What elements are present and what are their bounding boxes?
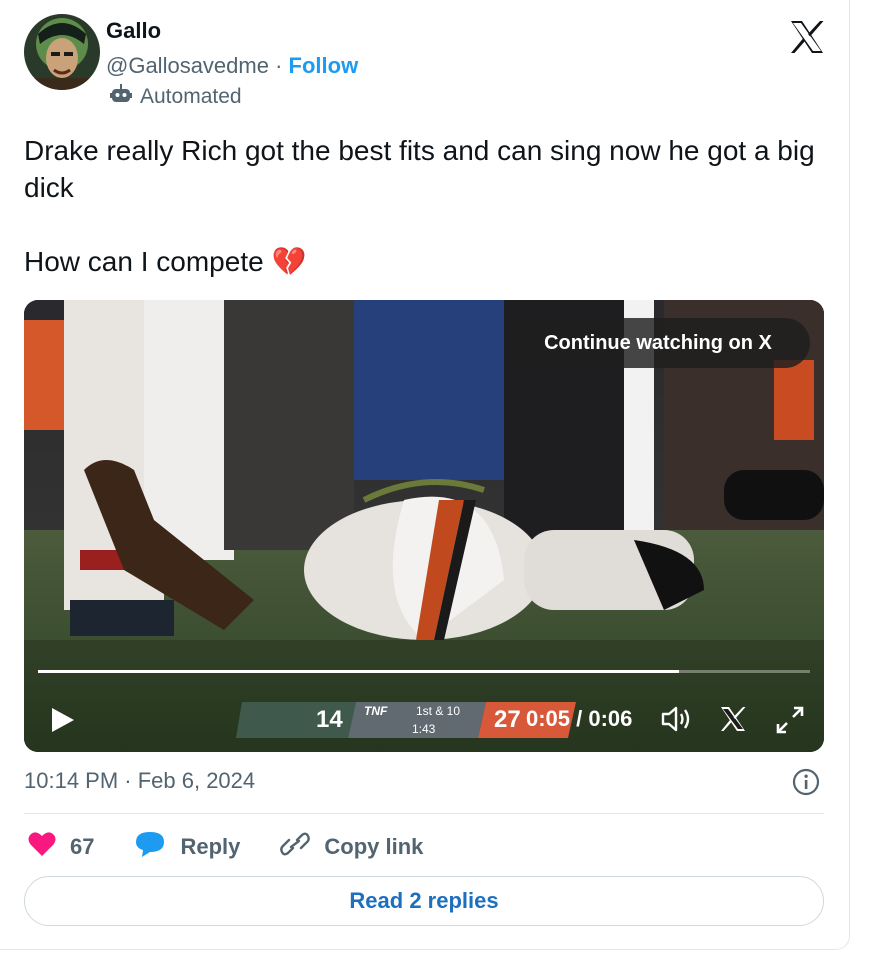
copy-link-label: Copy link: [324, 834, 424, 859]
scorebug-left-score: 14: [316, 706, 343, 733]
scorebug-clock: 1:43: [412, 722, 436, 736]
info-icon[interactable]: [792, 768, 820, 796]
read-replies-button[interactable]: Read 2 replies: [24, 876, 824, 926]
x-video-logo-icon[interactable]: [718, 704, 748, 734]
author-handle-row: @Gallosavedme · Follow: [106, 53, 358, 79]
tweet-timestamp[interactable]: 10:14 PM · Feb 6, 2024: [24, 768, 255, 794]
scorebug-network: TNF: [364, 704, 388, 718]
tweet-text-line-1: Drake really Rich got the best fits and …: [24, 135, 815, 203]
fullscreen-icon[interactable]: [774, 704, 806, 736]
author-handle[interactable]: @Gallosavedme: [106, 53, 269, 78]
video-progress-bar[interactable]: [38, 670, 810, 673]
tweet-text: Drake really Rich got the best fits and …: [24, 132, 824, 280]
continue-watching-button[interactable]: Continue watching on X: [506, 318, 810, 368]
tweet-actions: 67 Reply Copy link: [28, 830, 463, 864]
reply-label: Reply: [180, 834, 241, 859]
copy-link-button[interactable]: Copy link: [280, 830, 423, 864]
video-time: 0:05 / 0:06: [526, 706, 633, 731]
follow-button[interactable]: Follow: [289, 53, 359, 78]
scorebug-right-score: 27: [494, 706, 521, 733]
x-logo-icon[interactable]: [788, 18, 826, 56]
divider: [24, 813, 824, 814]
tweet-text-line-2: How can I compete 💔: [24, 246, 307, 277]
automated-label: Automated: [140, 85, 242, 108]
avatar[interactable]: [24, 14, 100, 90]
link-icon: [280, 830, 311, 864]
author-name[interactable]: Gallo: [106, 18, 161, 44]
video-progress-fill: [38, 670, 679, 673]
like-button[interactable]: 67: [28, 831, 94, 863]
reply-button[interactable]: Reply: [134, 830, 240, 864]
play-icon[interactable]: [48, 706, 76, 734]
automated-label-row: Automated: [110, 84, 242, 110]
like-count: 67: [70, 834, 95, 859]
separator-dot: ·: [275, 53, 283, 78]
scorebug-down: 1st & 10: [416, 704, 461, 718]
volume-icon[interactable]: [660, 704, 694, 734]
heart-icon: [28, 831, 56, 863]
reply-bubble-icon: [134, 830, 166, 864]
robot-icon: [110, 84, 132, 110]
embedded-tweet-card: Gallo @Gallosavedme · Follow Automated D…: [0, 0, 850, 950]
